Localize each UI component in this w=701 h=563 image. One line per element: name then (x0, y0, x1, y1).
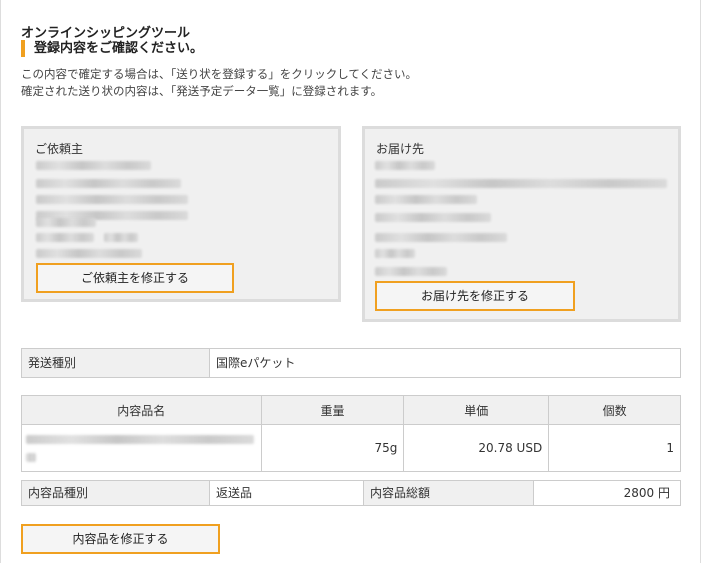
redacted-text (375, 161, 435, 170)
confirmation-page: オンラインシッピングツール 登録内容をご確認ください。 この内容で確定する場合は… (0, 0, 701, 563)
redacted-text (375, 179, 667, 188)
redacted-text (375, 267, 447, 276)
redacted-text (26, 435, 254, 444)
recipient-card: お届け先 お届け先を修正する (362, 126, 681, 322)
item-weight-cell: 75g (260, 424, 405, 472)
redacted-text (36, 179, 181, 188)
app-title: オンラインシッピングツール (21, 26, 191, 41)
edit-contents-button[interactable]: 内容品を修正する (21, 524, 220, 554)
edit-sender-button[interactable]: ご依頼主を修正する (36, 263, 234, 293)
item-name-cell (21, 424, 262, 472)
redacted-text (375, 249, 415, 258)
redacted-text (36, 195, 188, 204)
redacted-text (36, 249, 142, 258)
redacted-text (26, 453, 36, 462)
contents-type-label: 内容品種別 (22, 481, 210, 505)
contents-type-value: 返送品 (210, 481, 364, 505)
contents-total-label: 内容品総額 (364, 481, 534, 505)
redacted-text (36, 218, 96, 227)
recipient-label: お届け先 (376, 142, 425, 156)
shipping-type-label: 発送種別 (22, 349, 210, 377)
column-header-unit-price: 単価 (403, 395, 550, 425)
item-quantity-cell: 1 (548, 424, 681, 472)
shipping-type-row: 発送種別 国際eパケット (21, 348, 681, 378)
item-unit-price-cell: 20.78 USD (403, 424, 550, 472)
contents-total-value: 2800 円 (623, 486, 670, 500)
table-row: 75g 20.78 USD 1 (21, 424, 681, 472)
sender-label: ご依頼主 (35, 142, 84, 156)
items-table: 内容品名 重量 単価 個数 75g 20.78 USD 1 (21, 395, 681, 472)
edit-recipient-button[interactable]: お届け先を修正する (375, 281, 575, 311)
description-line-2: 確定された送り状の内容は、「発送予定データ一覧」に登録されます。 (21, 84, 383, 98)
redacted-text (375, 233, 507, 242)
redacted-text (104, 233, 138, 242)
column-header-weight: 重量 (260, 395, 405, 425)
redacted-text (375, 195, 477, 204)
sender-card: ご依頼主 ご依頼主を修正する (21, 126, 341, 302)
column-header-name: 内容品名 (21, 395, 262, 425)
page-subtitle: 登録内容をご確認ください。 (21, 40, 203, 57)
contents-summary-row: 内容品種別 返送品 内容品総額 2800 円 (21, 480, 681, 506)
column-header-quantity: 個数 (548, 395, 681, 425)
redacted-text (375, 213, 491, 222)
redacted-text (36, 161, 151, 170)
shipping-type-value: 国際eパケット (216, 356, 296, 370)
description-line-1: この内容で確定する場合は、「送り状を登録する」をクリックしてください。 (21, 67, 418, 81)
items-table-header: 内容品名 重量 単価 個数 (21, 395, 681, 425)
redacted-text (36, 233, 94, 242)
